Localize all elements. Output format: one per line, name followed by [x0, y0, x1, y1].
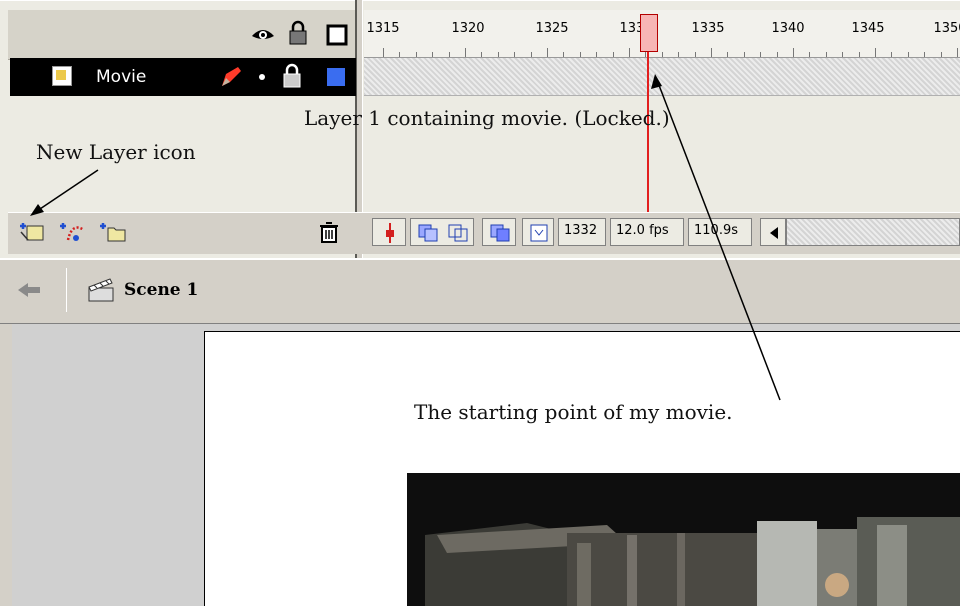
annotation-arrows [30, 74, 781, 401]
arrow-to-playhead [656, 79, 781, 401]
arrowhead-new-layer [30, 204, 44, 216]
arrow-to-new-layer [33, 169, 99, 214]
